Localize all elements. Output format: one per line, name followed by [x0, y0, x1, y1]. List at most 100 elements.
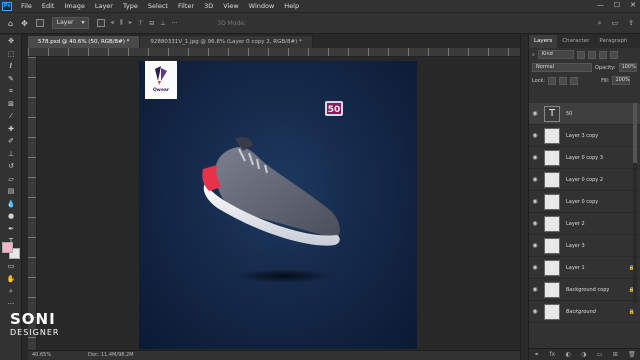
menu-select[interactable]: Select [143, 2, 173, 10]
visibility-eye-icon[interactable]: ◉ [529, 154, 541, 161]
close-button[interactable]: ✕ [630, 1, 636, 9]
fill-label: Fill: [601, 77, 610, 84]
filter-kind-select[interactable]: Kind [537, 50, 574, 59]
move-tool-icon[interactable]: ✥ [21, 19, 28, 28]
blur-tool-icon[interactable]: 💧 [0, 198, 22, 211]
visibility-eye-icon[interactable]: ◉ [529, 176, 541, 183]
more-options-icon[interactable]: ··· [172, 20, 178, 27]
layer-row[interactable]: ◉ Layer 0 copy 3 [529, 147, 640, 169]
marquee-tool-icon[interactable]: ⬚ [0, 48, 22, 61]
visibility-eye-icon[interactable]: ◉ [529, 220, 541, 227]
new-group-icon[interactable]: ▭ [597, 351, 603, 358]
menu-edit[interactable]: Edit [37, 2, 60, 10]
layers-scrollbar[interactable] [633, 103, 637, 303]
layer-row[interactable]: ◉ Background 🔒 [529, 301, 640, 323]
layer-row[interactable]: ◉ Layer 2 [529, 213, 640, 235]
lock-all-icon[interactable] [570, 76, 579, 85]
menu-help[interactable]: Help [279, 2, 304, 10]
align-middle-icon[interactable]: ⊟ [149, 20, 154, 27]
menu-file[interactable]: File [16, 2, 37, 10]
new-layer-icon[interactable]: ⊞ [613, 351, 618, 358]
align-bottom-icon[interactable]: ⊥ [160, 20, 165, 27]
opacity-input[interactable]: 100% [618, 63, 637, 72]
crop-tool-icon[interactable]: ⌗ [0, 85, 22, 98]
layer-row[interactable]: ◉ Layer 0 copy 2 [529, 169, 640, 191]
gradient-tool-icon[interactable]: ▤ [0, 185, 22, 198]
quick-select-tool-icon[interactable]: ✎ [0, 73, 22, 86]
visibility-eye-icon[interactable]: ◉ [529, 264, 541, 271]
filter-pixel-icon[interactable] [576, 50, 585, 59]
layer-row[interactable]: ◉ T 50 [529, 103, 640, 125]
layer-style-icon[interactable]: fx [550, 351, 556, 358]
menu-window[interactable]: Window [244, 2, 280, 10]
align-left-icon[interactable]: ⫷ [111, 19, 114, 27]
align-center-icon[interactable]: ⫼ [120, 19, 123, 27]
panel-tabs: Layers Character Paragraph [529, 35, 640, 48]
show-transform-checkbox[interactable] [96, 19, 105, 27]
filter-adjust-icon[interactable] [587, 50, 596, 59]
align-right-icon[interactable]: ⫸ [129, 19, 132, 27]
rectangle-tool-icon[interactable]: ▭ [0, 260, 22, 273]
menu-filter[interactable]: Filter [173, 2, 199, 10]
lock-position-icon[interactable] [559, 76, 568, 85]
fill-input[interactable]: 100% [612, 76, 631, 85]
menu-3d[interactable]: 3D [199, 2, 218, 10]
brush-tool-icon[interactable]: ✐ [0, 135, 22, 148]
menu-type[interactable]: Type [118, 2, 143, 10]
frame-tool-icon[interactable]: ⊠ [0, 98, 22, 111]
lock-pixels-icon[interactable] [548, 76, 557, 85]
search-icon[interactable]: ⌕ [598, 19, 602, 28]
visibility-eye-icon[interactable]: ◉ [529, 242, 541, 249]
blend-mode-select[interactable]: Normal [532, 63, 592, 72]
zoom-level[interactable]: 40.65% [32, 351, 51, 360]
add-mask-icon[interactable]: ◐ [566, 351, 571, 358]
align-top-icon[interactable]: ⊤ [138, 20, 143, 27]
zoom-tool-icon[interactable]: ⌕ [0, 285, 22, 298]
document-canvas[interactable]: Qwear 50 [139, 61, 417, 349]
visibility-eye-icon[interactable]: ◉ [529, 132, 541, 139]
maximize-button[interactable]: ☐ [614, 1, 620, 9]
tab-578-psd[interactable]: 578.psd @ 40.6% (50, RGB/8#) * [28, 36, 141, 48]
healing-tool-icon[interactable]: ✚ [0, 123, 22, 136]
visibility-eye-icon[interactable]: ◉ [529, 198, 541, 205]
tab-92880331v-jpg[interactable]: 92880331V_1.jpg @ 96.8% (Layer 0 copy 2,… [140, 36, 313, 48]
layer-row[interactable]: ◉ Background copy 🔒 [529, 279, 640, 301]
sneaker-image [202, 137, 340, 246]
share-icon[interactable]: ⇪ [628, 19, 634, 28]
lasso-tool-icon[interactable]: ℓ [0, 60, 22, 73]
home-icon[interactable]: ⌂ [8, 19, 13, 28]
auto-select-dropdown[interactable]: Layer [51, 17, 89, 29]
menu-layer[interactable]: Layer [90, 2, 118, 10]
auto-select-checkbox[interactable] [35, 19, 44, 27]
tab-layers[interactable]: Layers [529, 35, 558, 48]
tab-character[interactable]: Character [557, 35, 594, 48]
workspace-icon[interactable]: ▭ [612, 19, 619, 28]
more-tools-icon[interactable]: ··· [0, 298, 22, 311]
layer-row[interactable]: ◉ Layer 3 [529, 235, 640, 257]
visibility-eye-icon[interactable]: ◉ [529, 308, 541, 315]
pen-tool-icon[interactable]: ✒ [0, 223, 22, 236]
layer-row[interactable]: ◉ Layer 3 copy [529, 125, 640, 147]
eyedropper-tool-icon[interactable]: ⁄ [0, 110, 22, 123]
minimize-button[interactable]: — [597, 1, 604, 9]
filter-shape-icon[interactable] [609, 50, 618, 59]
link-layers-icon[interactable]: ⚭ [534, 351, 539, 358]
delete-layer-icon[interactable]: 🗑 [628, 351, 636, 358]
adjustment-layer-icon[interactable]: ◑ [581, 351, 586, 358]
history-brush-tool-icon[interactable]: ↺ [0, 160, 22, 173]
hand-tool-icon[interactable]: ✋ [0, 273, 22, 286]
menu-image[interactable]: Image [59, 2, 89, 10]
eraser-tool-icon[interactable]: ▱ [0, 173, 22, 186]
visibility-eye-icon[interactable]: ◉ [529, 286, 541, 293]
layer-row[interactable]: ◉ Layer 1 🔒 [529, 257, 640, 279]
dodge-tool-icon[interactable]: ● [0, 210, 22, 223]
menu-view[interactable]: View [218, 2, 243, 10]
foreground-color-swatch[interactable] [2, 242, 13, 253]
stamp-tool-icon[interactable]: ⊥ [0, 148, 22, 161]
filter-type-icon[interactable] [598, 50, 607, 59]
visibility-eye-icon[interactable]: ◉ [529, 110, 541, 117]
scrollbar-thumb[interactable] [633, 103, 637, 163]
layer-row[interactable]: ◉ Layer 0 copy [529, 191, 640, 213]
move-tool-icon[interactable]: ✥ [0, 35, 22, 48]
tab-paragraph[interactable]: Paragraph [594, 35, 632, 48]
